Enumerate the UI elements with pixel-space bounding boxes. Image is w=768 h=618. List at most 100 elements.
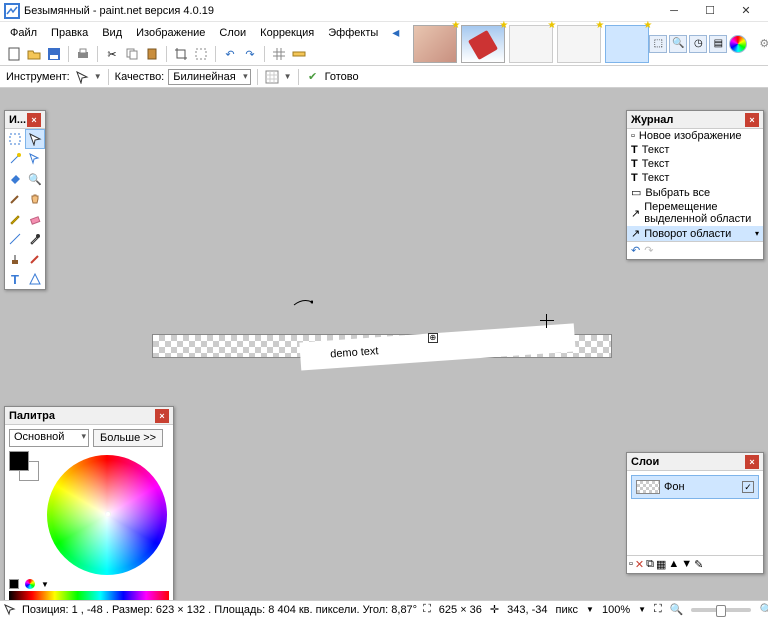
thumb-4[interactable]: ★ xyxy=(557,25,601,63)
tool-eraser-icon[interactable] xyxy=(25,209,45,229)
history-item[interactable]: ↗Перемещение выделенной области xyxy=(627,200,763,226)
tool-clock-icon[interactable]: ◷ xyxy=(689,35,707,53)
tool-zoom-icon[interactable]: 🔍 xyxy=(25,169,45,189)
tool-layers-icon[interactable]: ▤ xyxy=(709,35,727,53)
deselect-icon[interactable] xyxy=(193,46,209,62)
dup-layer-icon[interactable]: ⧉ xyxy=(646,558,654,571)
history-undo-icon[interactable]: ↶ xyxy=(631,244,640,257)
undo-icon[interactable]: ↶ xyxy=(222,46,238,62)
status-unit[interactable]: пикс xyxy=(556,604,579,616)
tool-recolor-icon[interactable] xyxy=(25,249,45,269)
tool-move-select-icon[interactable] xyxy=(25,149,45,169)
layers-close-icon[interactable]: × xyxy=(745,455,759,469)
redo-icon[interactable]: ↷ xyxy=(242,46,258,62)
thumb-3[interactable]: ★ xyxy=(509,25,553,63)
chevron-down-icon[interactable]: ▾ xyxy=(755,229,759,238)
tool-shapes-icon[interactable] xyxy=(25,269,45,289)
tool-dropdown-icon[interactable]: ▼ xyxy=(94,72,102,81)
layer-up-icon[interactable]: ▲ xyxy=(668,558,679,571)
layer-down-icon[interactable]: ▼ xyxy=(681,558,692,571)
paste-icon[interactable] xyxy=(144,46,160,62)
menu-correction[interactable]: Коррекция xyxy=(254,25,320,41)
add-layer-icon[interactable]: ▫ xyxy=(629,558,633,571)
tool-magnify-icon[interactable]: 🔍 xyxy=(669,35,687,53)
workspace[interactable]: demo text ⊕ И...× 🔍 T Журнал× ▫Новое из xyxy=(0,110,768,600)
tool-fill-icon[interactable] xyxy=(5,169,25,189)
tool-pencil-icon[interactable] xyxy=(5,209,25,229)
thumb-1[interactable]: ★ xyxy=(413,25,457,63)
tool-brush-icon[interactable] xyxy=(5,189,25,209)
ruler-icon[interactable] xyxy=(291,46,307,62)
tool-text-icon[interactable]: T xyxy=(5,269,25,289)
history-item[interactable]: TТекст xyxy=(627,157,763,171)
tool-window-icon[interactable]: ⬚ xyxy=(649,35,667,53)
menu-image[interactable]: Изображение xyxy=(130,25,211,41)
tools-panel-close-icon[interactable]: × xyxy=(27,113,41,127)
menu-view[interactable]: Вид xyxy=(96,25,128,41)
merge-layer-icon[interactable]: ▦ xyxy=(656,558,666,571)
tool-hand-icon[interactable] xyxy=(25,189,45,209)
layer-visible-checkbox[interactable]: ✓ xyxy=(742,481,754,493)
canvas[interactable]: demo text ⊕ xyxy=(152,334,612,358)
tool-clone-icon[interactable] xyxy=(5,249,25,269)
black-swatch-icon[interactable] xyxy=(9,579,19,589)
color-swatches[interactable] xyxy=(9,451,41,483)
cut-icon[interactable]: ✂ xyxy=(104,46,120,62)
history-close-icon[interactable]: × xyxy=(745,113,759,127)
save-icon[interactable] xyxy=(46,46,62,62)
new-icon[interactable] xyxy=(6,46,22,62)
history-item[interactable]: ↗Поворот области▾ xyxy=(627,226,763,241)
more-button[interactable]: Больше >> xyxy=(93,429,163,447)
maximize-button[interactable]: ☐ xyxy=(692,0,728,22)
unit-dropdown-icon[interactable]: ▼ xyxy=(586,605,594,614)
history-item[interactable]: ▭Выбрать все xyxy=(627,185,763,200)
rainbow-icon[interactable] xyxy=(25,579,35,589)
tool-palette-icon[interactable] xyxy=(729,35,747,53)
tool-wand-icon[interactable] xyxy=(5,149,25,169)
zoom-slider[interactable] xyxy=(691,608,751,612)
fg-color-swatch[interactable] xyxy=(9,451,29,471)
zoom-dropdown-icon[interactable]: ▼ xyxy=(638,605,646,614)
history-item[interactable]: ▫Новое изображение xyxy=(627,129,763,143)
grid-dropdown-icon[interactable]: ▼ xyxy=(284,72,292,81)
settings-icon[interactable]: ⚙ xyxy=(759,37,768,50)
current-tool-icon[interactable] xyxy=(74,69,90,85)
rotation-handle-icon[interactable]: ⊕ xyxy=(428,333,438,343)
crop-icon[interactable] xyxy=(173,46,189,62)
history-item[interactable]: TТекст xyxy=(627,171,763,185)
delete-layer-icon[interactable]: ✕ xyxy=(635,558,644,571)
color-wheel[interactable] xyxy=(47,455,167,575)
tool-move-icon[interactable] xyxy=(25,129,45,149)
menu-arrow-icon[interactable]: ◂ xyxy=(386,22,405,43)
canvas-text[interactable]: demo text xyxy=(299,323,575,370)
tool-rect-select-icon[interactable] xyxy=(5,129,25,149)
grid-toggle-icon[interactable] xyxy=(264,69,280,85)
zoom-out-icon[interactable]: 🔍 xyxy=(670,603,684,616)
done-label[interactable]: Готово xyxy=(325,71,359,83)
thumb-5[interactable]: ★ xyxy=(605,25,649,63)
menu-file[interactable]: Файл xyxy=(4,25,43,41)
grid-icon[interactable] xyxy=(271,46,287,62)
minimize-button[interactable]: ─ xyxy=(656,0,692,22)
fit-window-icon[interactable]: ⛶ xyxy=(654,603,662,616)
copy-icon[interactable] xyxy=(124,46,140,62)
quality-dropdown[interactable]: Билинейная xyxy=(168,69,250,85)
tool-eyedropper-icon[interactable] xyxy=(25,229,45,249)
zoom-in-icon[interactable]: 🔍 xyxy=(759,603,768,616)
layer-props-icon[interactable]: ✎ xyxy=(694,558,703,571)
tool-line-icon[interactable] xyxy=(5,229,25,249)
menu-edit[interactable]: Правка xyxy=(45,25,94,41)
menu-effects[interactable]: Эффекты xyxy=(322,25,384,41)
wheel-indicator-icon[interactable] xyxy=(105,511,111,517)
menu-layers[interactable]: Слои xyxy=(213,25,252,41)
layer-row[interactable]: Фон ✓ xyxy=(631,475,759,499)
open-icon[interactable] xyxy=(26,46,42,62)
palette-dropdown-icon[interactable]: ▼ xyxy=(41,580,49,589)
color-mode-dropdown[interactable]: Основной xyxy=(9,429,89,447)
done-check-icon[interactable]: ✔ xyxy=(305,69,321,85)
close-button[interactable]: ✕ xyxy=(728,0,764,22)
print-icon[interactable] xyxy=(75,46,91,62)
pivot-icon[interactable] xyxy=(540,314,554,328)
colors-close-icon[interactable]: × xyxy=(155,409,169,423)
history-item[interactable]: TТекст xyxy=(627,143,763,157)
